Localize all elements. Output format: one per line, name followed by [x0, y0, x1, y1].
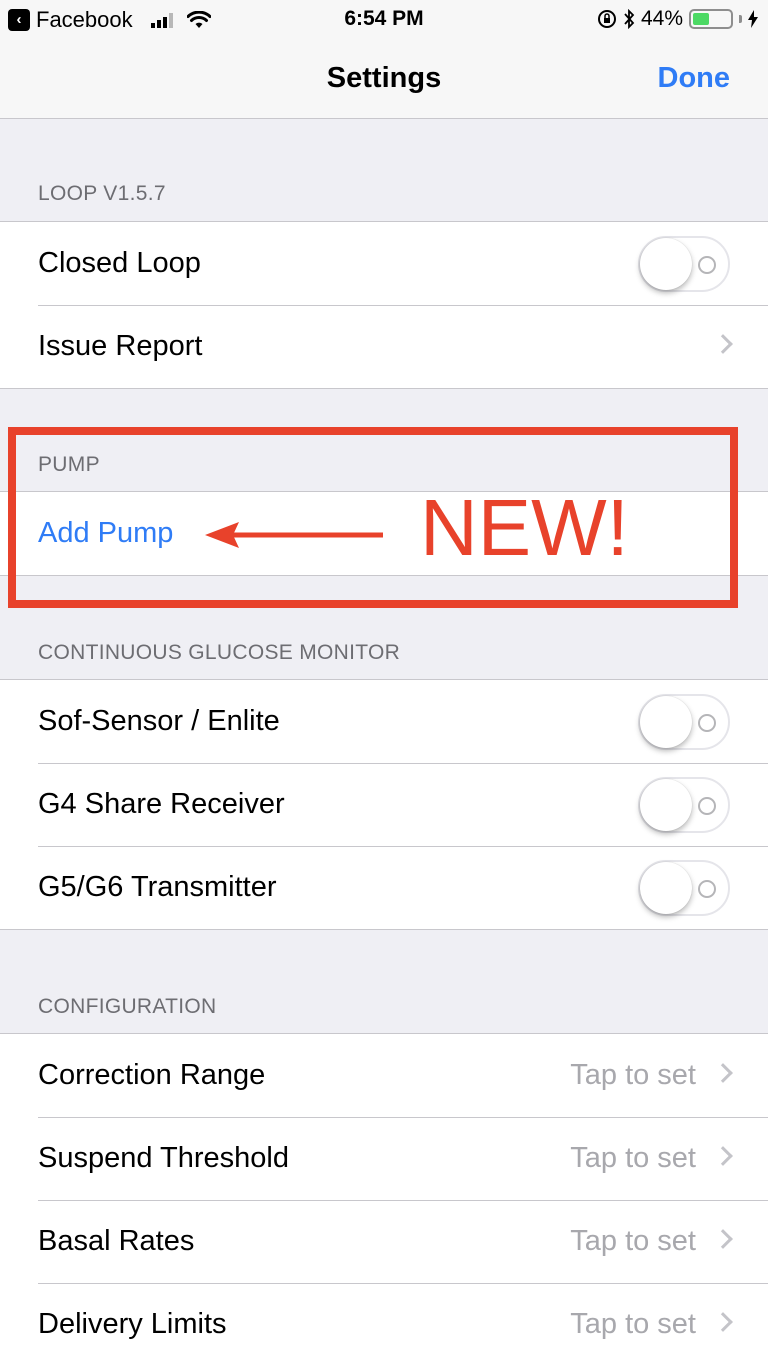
section-header-configuration: CONFIGURATION — [38, 995, 217, 1018]
issue-report-row[interactable]: Issue Report — [0, 305, 768, 388]
section-header-loop: LOOP V1.5.7 — [38, 182, 166, 205]
chevron-right-icon — [713, 1312, 733, 1332]
bluetooth-icon — [624, 9, 635, 29]
toggle-knob — [640, 238, 692, 290]
done-button[interactable]: Done — [658, 62, 731, 95]
basal-rates-label: Basal Rates — [38, 1225, 195, 1257]
status-bar: ‹ Facebook 6:54 PM 44% — [0, 0, 768, 40]
toggle-knob — [640, 696, 692, 748]
suspend-threshold-row[interactable]: Suspend Threshold Tap to set — [0, 1117, 768, 1200]
toggle-off-indicator-icon — [698, 797, 716, 815]
toggle-off-indicator-icon — [698, 714, 716, 732]
page-title: Settings — [326, 62, 442, 94]
correction-range-label: Correction Range — [38, 1059, 266, 1091]
status-right: 44% — [597, 7, 758, 31]
orientation-lock-icon — [597, 10, 616, 28]
closed-loop-toggle[interactable] — [638, 236, 730, 292]
battery-icon — [689, 9, 733, 29]
group-cgm: Sof-Sensor / Enlite G4 Share Receiver G5… — [0, 679, 768, 930]
toggle-knob — [640, 779, 692, 831]
delivery-limits-label: Delivery Limits — [38, 1308, 227, 1340]
correction-range-value: Tap to set — [570, 1059, 696, 1091]
basal-rates-row[interactable]: Basal Rates Tap to set — [0, 1200, 768, 1283]
suspend-threshold-label: Suspend Threshold — [38, 1142, 289, 1174]
sof-sensor-label: Sof-Sensor / Enlite — [38, 705, 280, 737]
navigation-bar: Settings Done — [0, 40, 768, 119]
closed-loop-row: Closed Loop — [0, 222, 768, 305]
g5-g6-row: G5/G6 Transmitter — [0, 846, 768, 929]
basal-rates-value: Tap to set — [570, 1225, 696, 1257]
g5-g6-toggle[interactable] — [638, 860, 730, 916]
battery-percent: 44% — [640, 7, 683, 30]
correction-range-row[interactable]: Correction Range Tap to set — [0, 1034, 768, 1117]
annotation-new-label: NEW! — [420, 483, 629, 572]
g5-g6-label: G5/G6 Transmitter — [38, 871, 277, 903]
sof-sensor-toggle[interactable] — [638, 694, 730, 750]
delivery-limits-value: Tap to set — [570, 1308, 696, 1340]
chevron-right-icon — [713, 334, 733, 354]
section-header-cgm: CONTINUOUS GLUCOSE MONITOR — [38, 641, 401, 664]
chevron-right-icon — [713, 1146, 733, 1166]
closed-loop-label: Closed Loop — [38, 247, 201, 279]
g4-share-label: G4 Share Receiver — [38, 788, 285, 820]
battery-tip — [739, 15, 742, 23]
toggle-off-indicator-icon — [698, 880, 716, 898]
toggle-knob — [640, 862, 692, 914]
group-loop: Closed Loop Issue Report — [0, 221, 768, 389]
chevron-right-icon — [713, 1229, 733, 1249]
sof-sensor-row: Sof-Sensor / Enlite — [0, 680, 768, 763]
group-configuration: Correction Range Tap to set Suspend Thre… — [0, 1033, 768, 1365]
charging-bolt-icon — [748, 10, 758, 28]
toggle-off-indicator-icon — [698, 256, 716, 274]
annotation-arrow-icon — [205, 522, 383, 548]
suspend-threshold-value: Tap to set — [570, 1142, 696, 1174]
g4-share-toggle[interactable] — [638, 777, 730, 833]
g4-share-row: G4 Share Receiver — [0, 763, 768, 846]
chevron-right-icon — [713, 1063, 733, 1083]
delivery-limits-row[interactable]: Delivery Limits Tap to set — [0, 1283, 768, 1365]
issue-report-label: Issue Report — [38, 330, 203, 362]
